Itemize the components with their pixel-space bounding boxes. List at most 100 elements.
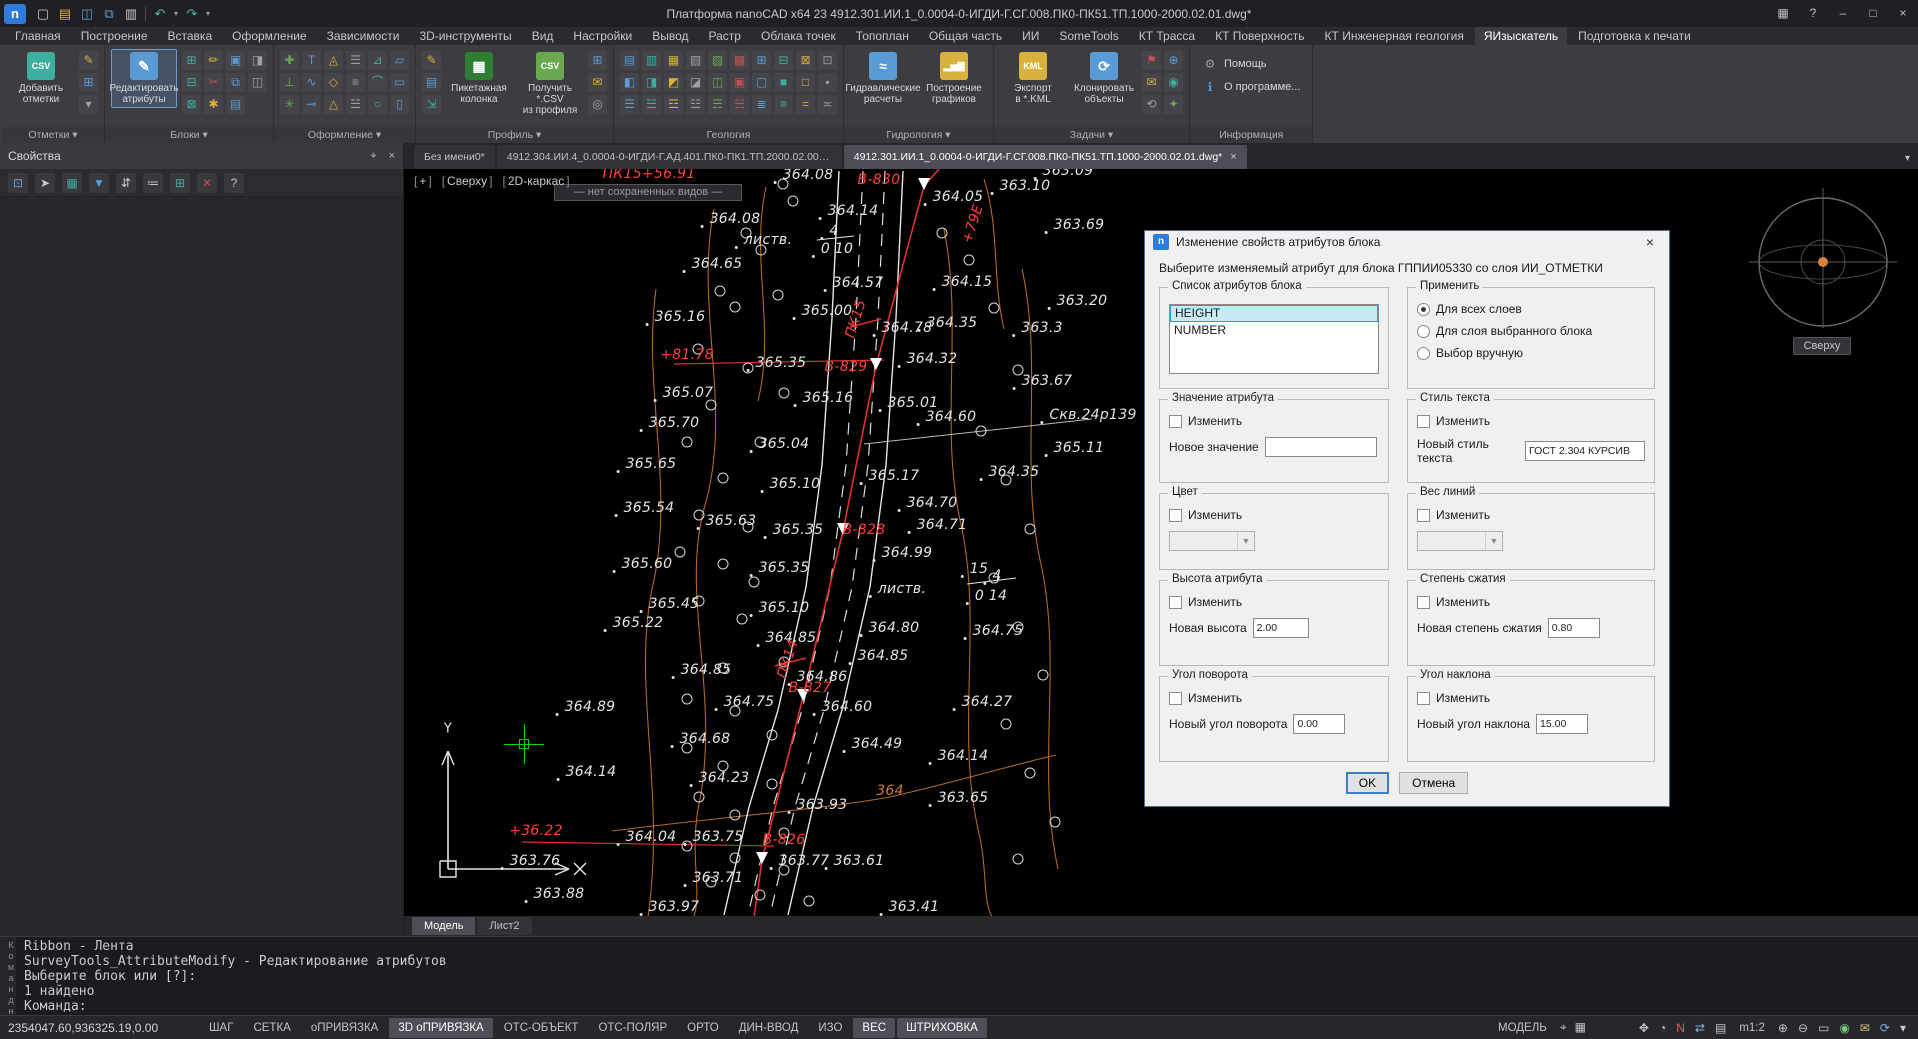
close-icon[interactable]: × — [1888, 0, 1918, 27]
undo-menu-icon[interactable]: ▾ — [171, 0, 181, 27]
ribbon-tool-icon[interactable]: △ — [324, 95, 343, 114]
ribbon-group-label[interactable]: Профиль ▾ — [416, 127, 613, 143]
view-direction-button[interactable]: Сверху — [442, 174, 493, 188]
ribbon-tool-icon[interactable]: ⌒ — [368, 73, 387, 92]
save-all-icon[interactable]: ⧉ — [98, 0, 120, 27]
new-file-icon[interactable]: ▢ — [32, 0, 54, 27]
new-value-input[interactable] — [1265, 437, 1377, 457]
redo-icon[interactable]: ↷ — [181, 0, 203, 27]
ribbon-tool-icon[interactable]: ✚ — [280, 51, 299, 70]
ribbon-tool-icon[interactable]: ⊥ — [280, 73, 299, 92]
new-compression-input[interactable] — [1548, 618, 1600, 638]
lineweight-combobox[interactable]: ▼ — [1417, 531, 1503, 551]
ribbon-tool-icon[interactable]: ✱ — [204, 95, 223, 114]
ribbon-tool-icon[interactable]: ◎ — [588, 95, 607, 114]
checkbox-box[interactable] — [1169, 596, 1182, 609]
maximize-icon[interactable]: □ — [1858, 0, 1888, 27]
ribbon-tool-icon[interactable]: □ — [796, 73, 815, 92]
new-oblique-input[interactable] — [1536, 714, 1588, 734]
picket-column-button[interactable]: ▦Пикетажная колонка — [446, 49, 512, 108]
ribbon-tool-icon[interactable]: ▣ — [226, 51, 245, 70]
new-style-input[interactable] — [1525, 441, 1645, 461]
ribbon-tool-icon[interactable]: ☰ — [620, 95, 639, 114]
attribute-listbox[interactable]: HEIGHTNUMBER — [1169, 304, 1379, 374]
ribbon-tool-icon[interactable]: ▾ — [79, 95, 98, 114]
rows-icon[interactable]: ▤ — [1715, 1021, 1726, 1035]
help-icon[interactable]: ? — [224, 173, 244, 193]
scale-indicator[interactable]: m1:2 — [1739, 1022, 1765, 1034]
apply-radio-option[interactable]: Для всех слоев — [1417, 302, 1645, 316]
ribbon-tool-icon[interactable]: ⟲ — [1142, 95, 1161, 114]
ribbon-tab-18[interactable]: КТ Инженерная геология — [1316, 27, 1473, 45]
clock-icon[interactable]: ◔ — [1659, 1021, 1666, 1035]
layout-tab-1[interactable]: Модель — [412, 917, 475, 935]
ribbon-tool-icon[interactable]: ✦ — [1164, 95, 1183, 114]
ribbon-tab-14[interactable]: ИИ — [1013, 27, 1048, 45]
ribbon-tool-icon[interactable]: ≡ — [346, 73, 365, 92]
ribbon-tab-10[interactable]: Растр — [700, 27, 750, 45]
ribbon-tool-icon[interactable]: ⊡ — [818, 51, 837, 70]
build-graphs-button[interactable]: ▂▅▇Построение графиков — [921, 49, 987, 108]
ribbon-tool-icon[interactable]: ▤ — [226, 95, 245, 114]
ribbon-tab-13[interactable]: Общая часть — [920, 27, 1011, 45]
viewport-menu-button[interactable]: + — [414, 174, 432, 188]
zoom-in-icon[interactable]: ⊕ — [1778, 1021, 1788, 1035]
checkbox-box[interactable] — [1417, 692, 1430, 705]
status-toggle[interactable]: ИЗО — [809, 1018, 851, 1038]
ribbon-tool-icon[interactable]: ▱ — [390, 51, 409, 70]
ribbon-tool-icon[interactable]: ✎ — [422, 51, 441, 70]
ribbon-tool-icon[interactable]: ○ — [368, 95, 387, 114]
refresh-icon[interactable]: ⟳ — [1880, 1021, 1890, 1035]
ribbon-tool-icon[interactable]: ■ — [774, 73, 793, 92]
new-rotation-input[interactable] — [1293, 714, 1345, 734]
grid-icon[interactable]: ▦ — [62, 173, 82, 193]
ribbon-tab-8[interactable]: Настройки — [564, 27, 641, 45]
close-icon[interactable]: × — [389, 150, 395, 163]
ribbon-tool-icon[interactable]: ▣ — [730, 73, 749, 92]
ribbon-tool-icon[interactable]: ⇲ — [422, 95, 441, 114]
attribute-list-item[interactable]: NUMBER — [1170, 322, 1378, 339]
move-icon[interactable]: ✥ — [1639, 1021, 1649, 1035]
ribbon-tool-icon[interactable]: ◫ — [248, 73, 267, 92]
cancel-button[interactable]: Отмена — [1399, 772, 1468, 794]
view-top-button[interactable]: Сверху — [1793, 337, 1851, 355]
ribbon-group-label[interactable]: Гидрология ▾ — [844, 127, 993, 143]
ribbon-tool-icon[interactable]: ∿ — [302, 73, 321, 92]
ribbon-tool-icon[interactable]: ⊟ — [774, 51, 793, 70]
ribbon-tool-icon[interactable]: ✎ — [79, 51, 98, 70]
ribbon-tool-icon[interactable]: ✂ — [204, 73, 223, 92]
close-tab-icon[interactable]: × — [1230, 145, 1236, 169]
ribbon-tab-15[interactable]: SomeTools — [1050, 27, 1127, 45]
ribbon-tool-icon[interactable]: ✳ — [280, 95, 299, 114]
ribbon-group-label[interactable]: Геология — [614, 127, 843, 143]
screen-icon[interactable]: ▭ — [1818, 1021, 1829, 1035]
change-height-checkbox[interactable]: Изменить — [1169, 595, 1379, 609]
ribbon-tool-icon[interactable]: ⊠ — [182, 95, 201, 114]
status-toggle[interactable]: 3D оПРИВЯЗКА — [389, 1018, 492, 1038]
ribbon-tool-icon[interactable]: ◬ — [324, 51, 343, 70]
change-oblique-checkbox[interactable]: Изменить — [1417, 691, 1645, 705]
navigation-wheel[interactable]: Сверху — [1747, 177, 1899, 362]
ribbon-group-label[interactable]: Информация — [1190, 127, 1312, 143]
edit-attributes-button[interactable]: ✎Редактировать атрибуты — [111, 49, 177, 108]
ribbon-tool-icon[interactable]: ⚑ — [1142, 51, 1161, 70]
minimize-icon[interactable]: – — [1828, 0, 1858, 27]
status-toggle[interactable]: ОТС-ОБЪЕКТ — [495, 1018, 588, 1038]
hydraulic-calc-button[interactable]: ≈Гидравлические расчеты — [850, 49, 916, 108]
add-icon[interactable]: ⊞ — [170, 173, 190, 193]
open-file-icon[interactable]: ▤ — [54, 0, 76, 27]
redo-menu-icon[interactable]: ▾ — [203, 0, 213, 27]
ribbon-group-label[interactable]: Оформление ▾ — [274, 127, 415, 143]
save-icon[interactable]: ◫ — [76, 0, 98, 27]
ribbon-tool-icon[interactable]: ◪ — [686, 73, 705, 92]
pin-icon[interactable]: ⌖ — [370, 150, 376, 163]
ribbon-tab-6[interactable]: 3D-инструменты — [410, 27, 520, 45]
ribbon-tool-icon[interactable]: ☰ — [346, 51, 365, 70]
ribbon-tool-icon[interactable]: ⊿ — [368, 51, 387, 70]
more-icon[interactable]: ▾ — [1900, 1021, 1906, 1035]
ribbon-tool-icon[interactable]: ▨ — [708, 51, 727, 70]
ribbon-tool-icon[interactable]: ☵ — [730, 95, 749, 114]
chevron-down-icon[interactable]: ▾ — [1905, 153, 1910, 164]
ribbon-tab-12[interactable]: Топоплан — [847, 27, 918, 45]
ribbon-tool-icon[interactable]: ▭ — [390, 73, 409, 92]
